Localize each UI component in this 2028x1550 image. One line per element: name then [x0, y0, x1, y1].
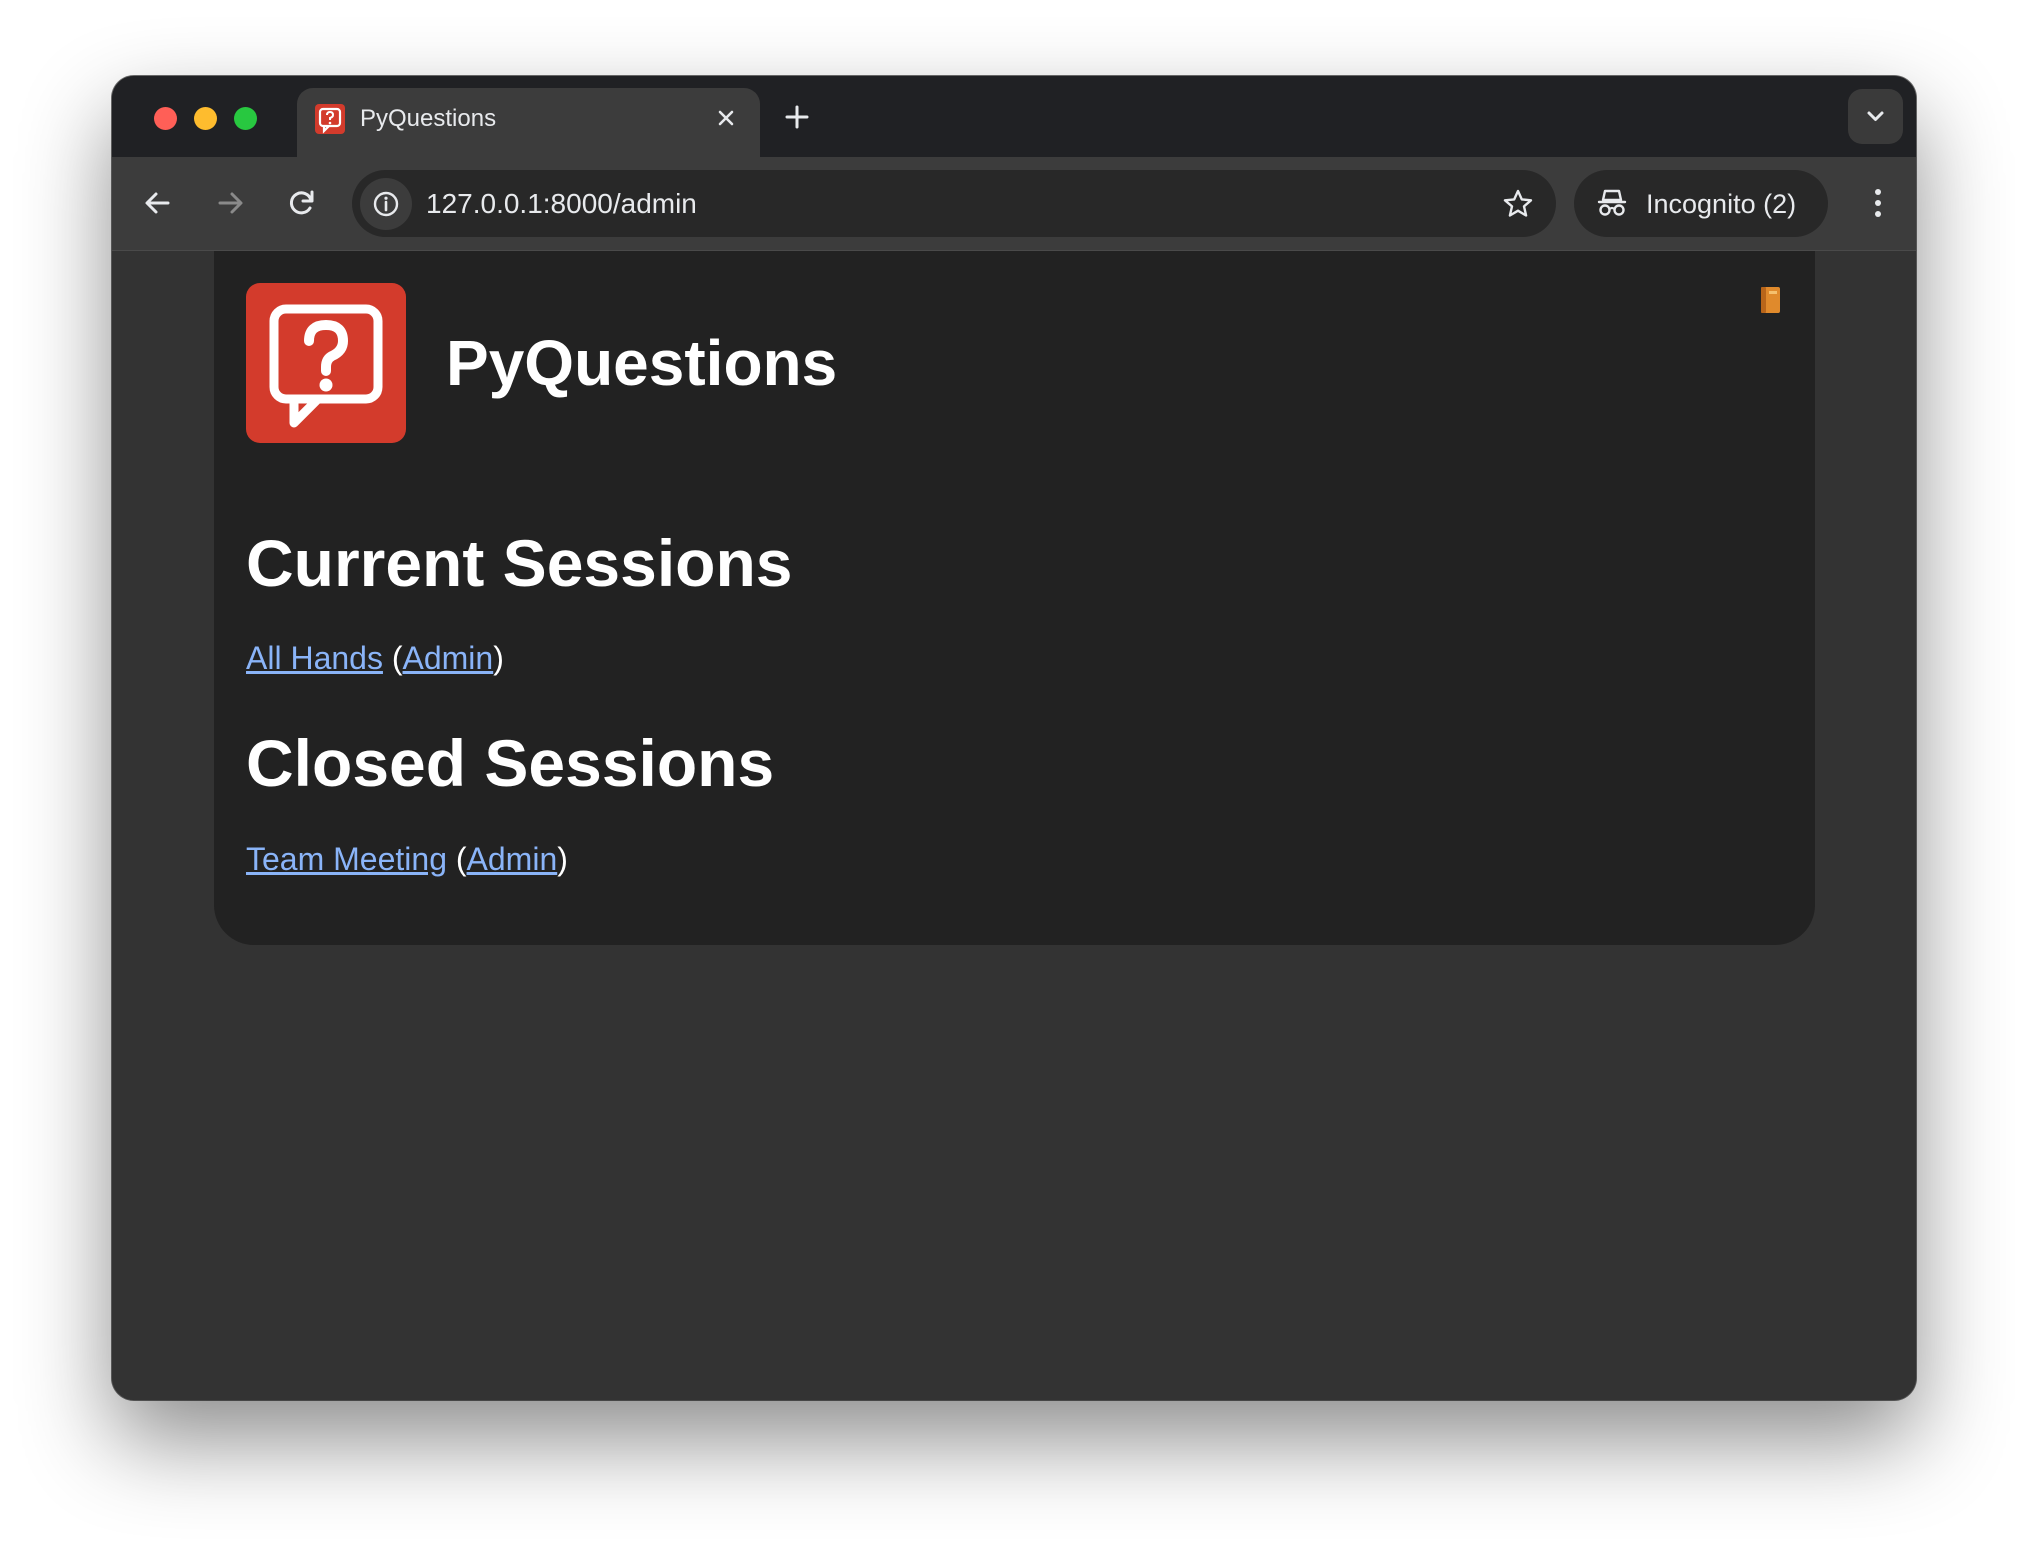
question-speech-bubble-icon	[315, 104, 345, 134]
main-card: PyQuestions Current Sessions All Hands (…	[214, 251, 1815, 945]
page-viewport: PyQuestions Current Sessions All Hands (…	[112, 251, 1916, 1400]
close-icon[interactable]	[710, 102, 742, 134]
incognito-label: Incognito (2)	[1646, 189, 1797, 219]
book-icon[interactable]	[1758, 285, 1782, 315]
tab-pyquestions[interactable]: PyQuestions	[297, 88, 760, 157]
tab-title: PyQuestions	[360, 105, 497, 132]
session-admin-link[interactable]: Admin	[403, 640, 494, 676]
session-admin-link[interactable]: Admin	[467, 841, 558, 877]
star-icon[interactable]	[1500, 186, 1536, 222]
incognito-profile-button[interactable]: Incognito (2)	[1574, 170, 1828, 237]
paren-open: (	[391, 640, 403, 676]
paren-close: )	[557, 841, 568, 877]
list-item: All Hands (Admin)	[246, 638, 504, 678]
site-brand-title: PyQuestions	[446, 327, 838, 399]
paren-close: )	[493, 640, 504, 676]
reload-icon[interactable]	[280, 181, 324, 225]
browser-toolbar: 127.0.0.1:8000/admin Incognito (2)	[112, 157, 1916, 251]
current-sessions-heading: Current Sessions	[246, 526, 793, 600]
address-bar[interactable]: 127.0.0.1:8000/admin	[352, 170, 1556, 237]
question-speech-bubble-icon	[246, 283, 406, 443]
site-info-icon[interactable]	[360, 178, 412, 230]
browser-window: PyQuestions 127.0.0.1:8000/admin Incogni…	[112, 76, 1916, 1400]
plus-icon[interactable]	[777, 97, 817, 137]
url-text[interactable]: 127.0.0.1:8000/admin	[426, 187, 697, 221]
tab-strip: PyQuestions	[112, 76, 1916, 157]
tab-search-button[interactable]	[1848, 89, 1903, 144]
back-arrow-icon[interactable]	[136, 181, 180, 225]
closed-sessions-heading: Closed Sessions	[246, 726, 775, 800]
window-close-button[interactable]	[154, 107, 177, 130]
session-link[interactable]: All Hands	[246, 640, 383, 676]
paren-open: (	[455, 841, 467, 877]
window-maximize-button[interactable]	[234, 107, 257, 130]
incognito-icon	[1597, 189, 1627, 216]
session-link[interactable]: Team Meeting	[246, 841, 447, 877]
more-vertical-icon[interactable]	[1856, 181, 1900, 225]
chevron-down-icon	[1867, 111, 1884, 121]
list-item: Team Meeting (Admin)	[246, 839, 568, 879]
window-minimize-button[interactable]	[194, 107, 217, 130]
forward-arrow-icon[interactable]	[208, 181, 252, 225]
